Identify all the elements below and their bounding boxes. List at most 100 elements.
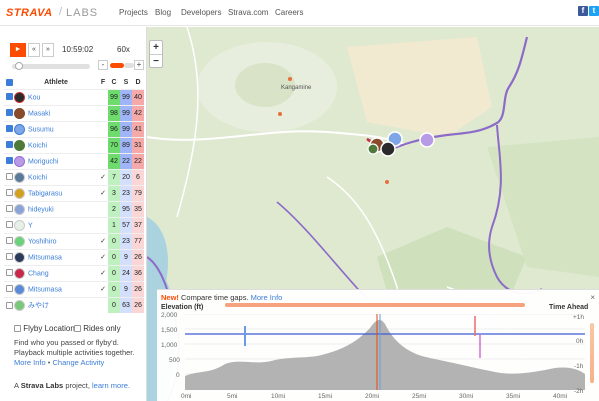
y-tick: 1,500 (161, 327, 178, 334)
right-tick: +1h (573, 314, 585, 321)
athlete-name[interactable]: Masaki (14, 104, 98, 121)
rewind-button[interactable]: « (28, 43, 40, 57)
athlete-name[interactable]: Kou (14, 88, 98, 105)
avatar (14, 139, 25, 151)
athlete-name[interactable]: Koichi (14, 136, 98, 153)
athlete-row[interactable]: Tabigarasu ✓ 3 23 79 (4, 184, 144, 201)
poi-marker (278, 112, 282, 116)
time-slider-track[interactable] (12, 64, 90, 69)
elevation-chart[interactable] (185, 314, 585, 390)
nav-blog[interactable]: Blog (155, 8, 171, 17)
speed-slider-fill[interactable] (110, 63, 124, 68)
x-tick: 15mi (318, 393, 333, 400)
learn-more-link[interactable]: learn more. (92, 381, 130, 390)
athlete-row[interactable]: hideyuki 2 95 35 (4, 200, 144, 217)
athlete-name[interactable]: Susumu (14, 120, 98, 137)
flyby-mark: ✓ (98, 264, 108, 281)
rides-only-option[interactable]: Rides only (74, 324, 121, 333)
avatar (14, 283, 25, 295)
speed-increase-button[interactable]: + (134, 60, 144, 70)
strava-logo[interactable]: STRAVA (6, 7, 53, 19)
change-activity-link[interactable]: Change Activity (53, 358, 105, 367)
rides-only-checkbox[interactable] (74, 325, 81, 333)
nav-developers[interactable]: Developers (181, 8, 221, 17)
athlete-checkbox[interactable] (4, 200, 14, 217)
athlete-checkbox[interactable] (4, 88, 14, 105)
athlete-row[interactable]: Yoshihiro ✓ 0 23 77 (4, 232, 144, 249)
description: Find who you passed or flyby'd. Playback… (14, 338, 135, 357)
athlete-name[interactable]: Moriguchi (14, 152, 98, 169)
athlete-row[interactable]: Susumu 96 99 41 (4, 120, 144, 137)
speed-decrease-button[interactable]: - (98, 60, 108, 70)
athlete-row[interactable]: Chang ✓ 0 24 36 (4, 264, 144, 281)
athlete-checkbox[interactable] (4, 232, 14, 249)
c-value: 99 (108, 88, 120, 105)
speed-slider-track[interactable] (124, 63, 134, 68)
athlete-checkbox[interactable] (4, 264, 14, 281)
twitter-icon[interactable]: t (589, 6, 599, 16)
athlete-checkbox[interactable] (4, 184, 14, 201)
time-gap-bar[interactable] (225, 303, 525, 307)
athlete-name[interactable]: みやけ (14, 296, 98, 313)
notice-new: New! (161, 293, 179, 302)
x-tick: 40mi (553, 393, 568, 400)
zoom-control: + − (149, 40, 163, 68)
athlete-row[interactable]: Mitsumasa ✓ 0 9 26 (4, 248, 144, 265)
nav-strava-com[interactable]: Strava.com (228, 8, 268, 17)
facebook-icon[interactable]: f (578, 6, 588, 16)
d-value: 36 (132, 264, 144, 281)
labs-logo[interactable]: LABS (66, 7, 98, 19)
nav-projects[interactable]: Projects (119, 8, 148, 17)
athlete-checkbox[interactable] (4, 152, 14, 169)
athlete-name[interactable]: Tabigarasu (14, 184, 98, 201)
athlete-name[interactable]: Mitsumasa (14, 248, 98, 265)
avatar (14, 187, 25, 199)
athlete-checkbox[interactable] (4, 120, 14, 137)
athlete-row[interactable]: Koichi ✓ 7 20 6 (4, 168, 144, 185)
athlete-name[interactable]: Mitsumasa (14, 280, 98, 297)
d-value: 26 (132, 248, 144, 265)
athlete-row[interactable]: Y 1 57 37 (4, 216, 144, 233)
more-info-link[interactable]: More Info (14, 358, 46, 367)
notice-more-info-link[interactable]: More Info (251, 293, 283, 302)
athlete-checkbox[interactable] (4, 216, 14, 233)
athlete-name[interactable]: Koichi (14, 168, 98, 185)
time-slider-knob[interactable] (15, 62, 23, 70)
athlete-row[interactable]: Kou 99 99 40 (4, 88, 144, 105)
flyby-locations-option[interactable]: Flyby Locations (14, 324, 79, 333)
s-value: 95 (120, 200, 132, 217)
flyby-mark (98, 296, 108, 313)
athlete-row[interactable]: Masaki 98 99 42 (4, 104, 144, 121)
athlete-name-label: Kou (28, 93, 41, 101)
footer-mid: project, (65, 381, 90, 390)
d-value: 26 (132, 296, 144, 313)
zoom-out-button[interactable]: − (150, 54, 162, 67)
athlete-row[interactable]: Moriguchi 42 22 22 (4, 152, 144, 169)
flyby-mark: ✓ (98, 184, 108, 201)
athlete-name[interactable]: Y (14, 216, 98, 233)
flyby-locations-checkbox[interactable] (14, 325, 21, 333)
athlete-name-label: Susumu (28, 125, 54, 133)
play-button[interactable]: ► (10, 43, 26, 57)
zoom-in-button[interactable]: + (150, 41, 162, 54)
nav-careers[interactable]: Careers (275, 8, 303, 17)
athlete-checkbox[interactable] (4, 136, 14, 153)
athlete-row[interactable]: みやけ 0 63 26 (4, 296, 144, 313)
s-value: 9 (120, 280, 132, 297)
athlete-name-label: Chang (28, 269, 49, 277)
athlete-checkbox[interactable] (4, 248, 14, 265)
athlete-name[interactable]: hideyuki (14, 200, 98, 217)
c-value: 1 (108, 216, 120, 233)
athlete-checkbox[interactable] (4, 280, 14, 297)
athlete-row[interactable]: Koichi 70 89 31 (4, 136, 144, 153)
athlete-checkbox[interactable] (4, 296, 14, 313)
athlete-checkbox[interactable] (4, 168, 14, 185)
athlete-name[interactable]: Yoshihiro (14, 232, 98, 249)
athlete-row[interactable]: Mitsumasa ✓ 0 9 26 (4, 280, 144, 297)
select-all-checkbox[interactable] (4, 77, 14, 89)
close-icon[interactable]: × (590, 293, 595, 302)
sidebar-links: More Info • Change Activity (14, 358, 104, 367)
athlete-name[interactable]: Chang (14, 264, 98, 281)
forward-button[interactable]: » (42, 43, 54, 57)
athlete-checkbox[interactable] (4, 104, 14, 121)
